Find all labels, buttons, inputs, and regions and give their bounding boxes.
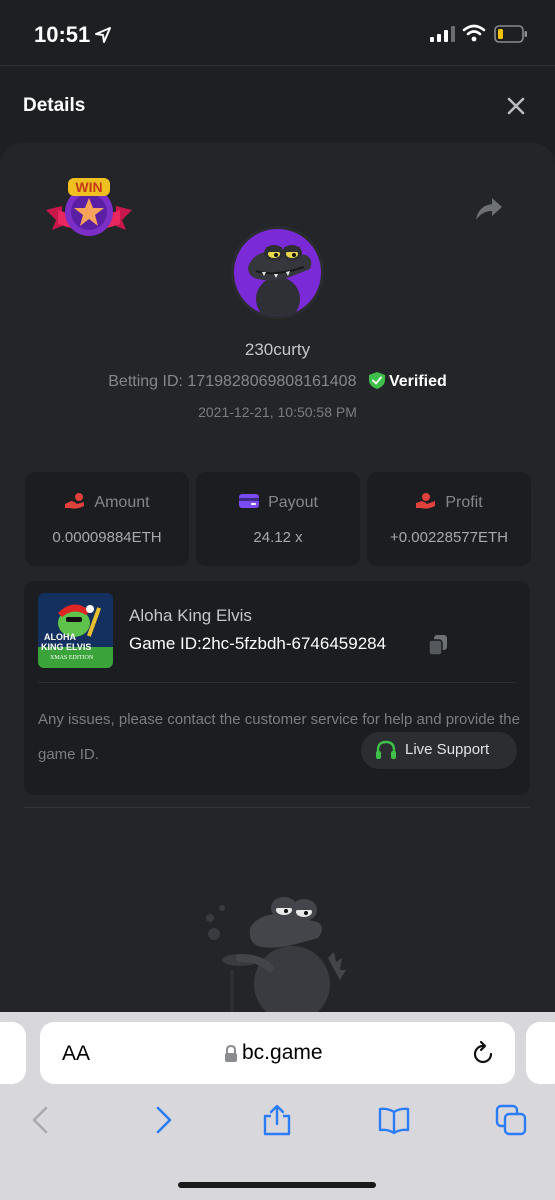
bookmarks-icon[interactable] (378, 1104, 410, 1136)
avatar (231, 226, 324, 319)
stat-card-profit: Profit +0.00228577ETH (367, 472, 531, 566)
wifi-icon (462, 24, 486, 42)
profit-hand-icon (416, 493, 436, 509)
game-thumbnail[interactable]: ALOHA KING ELVIS XMAS EDITION (38, 593, 113, 668)
reader-aa-button[interactable]: AA (62, 1042, 90, 1066)
thumb-title-line1: ALOHA (44, 632, 76, 642)
thumb-title-line2: KING ELVIS (41, 642, 91, 652)
forward-icon[interactable] (146, 1104, 178, 1136)
stat-label: Amount (94, 494, 150, 511)
cellular-signal-icon (430, 26, 455, 42)
crocodile-mascot-icon (206, 897, 346, 1018)
home-indicator[interactable] (178, 1182, 376, 1188)
win-badge-icon: WIN (46, 178, 132, 236)
share-sheet-icon[interactable] (261, 1104, 293, 1136)
lock-icon (225, 1045, 237, 1062)
reload-icon[interactable] (471, 1040, 495, 1066)
thumb-title-line3: XMAS EDITION (50, 655, 94, 661)
stat-value: +0.00228577ETH (389, 529, 508, 546)
game-id-row: Game ID:2hc-5fzbdh-6746459284 (129, 634, 386, 654)
page-title: Details (23, 95, 86, 116)
url-text[interactable]: bc.game (242, 1041, 323, 1065)
username: 230curty (244, 340, 311, 359)
stat-card-payout: Payout 24.12 x (196, 472, 360, 566)
betting-id-row: Betting ID: 1719828069808161408 Verified (0, 372, 555, 391)
stat-label: Payout (268, 494, 318, 511)
next-tab-preview[interactable] (526, 1022, 555, 1084)
game-name[interactable]: Aloha King Elvis (129, 606, 252, 626)
battery-icon (494, 25, 527, 43)
headset-icon (376, 740, 396, 759)
location-arrow-icon (95, 27, 111, 43)
stat-value: 24.12 x (253, 529, 303, 546)
verified-label: Verified (388, 373, 447, 390)
live-support-button[interactable]: Live Support (361, 732, 517, 769)
verified-shield-icon (368, 372, 385, 389)
back-icon[interactable] (26, 1104, 58, 1136)
betting-id-value: 1719828069808161408 (187, 373, 357, 390)
status-time: 10:51 (34, 22, 91, 47)
copy-icon[interactable] (428, 634, 448, 656)
close-icon[interactable] (504, 94, 528, 118)
status-bar: 10:51 (0, 0, 555, 66)
live-support-label: Live Support (405, 741, 490, 758)
bet-datetime: 2021-12-21, 10:50:58 PM (198, 404, 357, 420)
tabs-icon[interactable] (495, 1104, 527, 1136)
game-id-label: Game ID: (129, 634, 202, 653)
stat-label: Profit (445, 494, 483, 511)
win-badge-text: WIN (75, 179, 102, 195)
section-separator (24, 807, 530, 808)
betting-id-label: Betting ID: (108, 373, 183, 390)
previous-tab-preview[interactable] (0, 1022, 26, 1084)
share-icon[interactable] (474, 196, 504, 222)
stat-value: 0.00009884ETH (52, 529, 162, 546)
stat-card-amount: Amount 0.00009884ETH (25, 472, 189, 566)
wallet-card-icon (239, 494, 260, 508)
coin-hand-icon (65, 493, 85, 509)
details-header: Details (0, 67, 555, 143)
crocodile-avatar-icon (248, 245, 312, 316)
game-id-value: 2hc-5fzbdh-6746459284 (201, 634, 387, 653)
card-divider (38, 682, 516, 683)
